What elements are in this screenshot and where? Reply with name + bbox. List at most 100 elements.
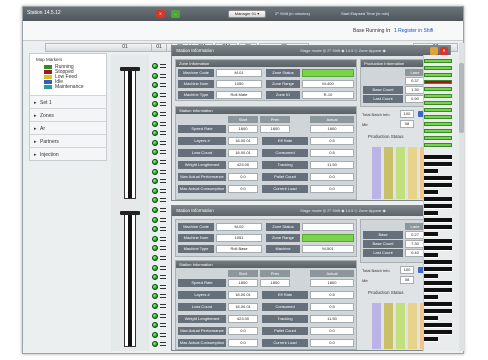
machine-type-field[interactable]: Roll Mate [216, 91, 262, 99]
status-lamp-icon[interactable] [152, 264, 158, 271]
minimize-button[interactable]: – [171, 10, 180, 18]
status-lamp-icon[interactable] [152, 91, 158, 98]
legend-section-zones[interactable]: ▸ Zones [30, 109, 106, 122]
machine-num-field[interactable]: 1051 [216, 234, 262, 242]
machine-type-field[interactable]: Roll Base [216, 245, 262, 253]
status-lamp-icon[interactable] [152, 120, 158, 127]
total-batch-field[interactable]: 100 [400, 266, 414, 274]
list-row[interactable] [424, 288, 452, 293]
status-lamp-icon[interactable] [152, 187, 158, 194]
machine-code-field[interactable]: M-01 [216, 69, 262, 77]
panel-1-close-button[interactable]: ✕ [440, 47, 448, 55]
list-row[interactable] [424, 316, 438, 321]
list-row[interactable] [424, 183, 452, 188]
status-lamp-icon[interactable] [152, 274, 158, 281]
status-lamp-icon[interactable] [152, 72, 158, 79]
zone-status-field[interactable] [302, 223, 354, 231]
list-row[interactable] [424, 169, 438, 174]
status-stripe[interactable] [424, 59, 452, 63]
column-header-2[interactable]: 01 [151, 43, 167, 52]
status-lamp-icon[interactable] [152, 130, 158, 137]
status-lamp-icon[interactable] [152, 341, 158, 348]
panel-1-title-right[interactable]: Stage mode ◎ 2⁰ Shift ◆ 14.5 ◇ Zone Appe… [300, 46, 386, 56]
list-row[interactable] [424, 155, 452, 160]
list-row[interactable] [424, 246, 452, 251]
status-lamp-icon[interactable] [152, 331, 158, 338]
slider-track-lower[interactable] [124, 213, 136, 347]
manager-dropdown[interactable]: Manager 01 ▾ [228, 10, 266, 18]
zone-range-field[interactable]: M-400 [302, 80, 354, 88]
status-lamp-icon[interactable] [152, 101, 158, 108]
list-row[interactable] [424, 204, 452, 209]
status-stripe[interactable] [424, 129, 452, 133]
list-row[interactable] [424, 337, 438, 342]
legend-section-partners[interactable]: ▸ Partners [30, 135, 106, 148]
status-lamp-icon[interactable] [152, 149, 158, 156]
status-lamp-icon[interactable] [152, 159, 158, 165]
status-stripe[interactable] [424, 122, 452, 126]
status-lamp-icon[interactable] [152, 322, 158, 329]
list-row[interactable] [424, 232, 438, 237]
status-lamp-icon[interactable] [152, 216, 158, 223]
status-stripe[interactable] [424, 101, 452, 105]
status-stripe[interactable] [424, 115, 452, 119]
status-lamp-icon[interactable] [152, 197, 158, 204]
zone-id-field[interactable]: R-10 [302, 91, 354, 99]
slider-handle-lower[interactable] [120, 211, 140, 215]
vertical-scrollbar[interactable] [459, 43, 464, 351]
list-row[interactable] [424, 176, 452, 181]
list-row[interactable] [424, 239, 452, 244]
legend-section-injection[interactable]: ▸ Injection [30, 148, 106, 161]
total-batch-field[interactable]: 100 [400, 110, 414, 118]
list-row[interactable] [424, 330, 452, 335]
status-stripe[interactable] [424, 66, 452, 70]
legend-section-set1[interactable]: ▸ Set 1 [30, 96, 106, 109]
machine-field[interactable]: M-501 [302, 245, 354, 253]
status-lamp-icon[interactable] [152, 226, 158, 233]
list-row[interactable] [424, 302, 452, 307]
status-stripe[interactable] [424, 80, 452, 84]
slider-handle-upper[interactable] [120, 67, 140, 71]
status-lamp-icon[interactable] [152, 111, 158, 117]
list-row[interactable] [424, 211, 438, 216]
status-stripe[interactable] [424, 94, 452, 98]
list-row[interactable] [424, 295, 438, 300]
total-min-field[interactable]: 08 [400, 120, 414, 128]
list-row[interactable] [424, 323, 452, 328]
slider-track-upper[interactable] [124, 69, 136, 199]
status-lamp-icon[interactable] [152, 63, 158, 69]
legend-section-ar[interactable]: ▸ Ar [30, 122, 106, 135]
status-lamp-icon[interactable] [152, 293, 158, 300]
panel-2-title-right[interactable]: Stage mode ◎ 2⁰ Shift ◆ 14.5 ◇ Zone Appe… [300, 206, 386, 216]
status-stripe[interactable] [424, 136, 452, 140]
status-lamp-icon[interactable] [152, 139, 158, 146]
status-value[interactable]: 1 Register in Shift [394, 28, 433, 34]
status-lamp-icon[interactable] [152, 235, 158, 242]
status-stripe[interactable] [424, 108, 452, 112]
list-row[interactable] [424, 197, 452, 202]
list-row[interactable] [424, 260, 452, 265]
status-lamp-icon[interactable] [152, 168, 158, 175]
machine-code-field[interactable]: M-02 [216, 223, 262, 231]
list-row[interactable] [424, 225, 452, 230]
panel-1-pin-button[interactable] [430, 47, 438, 55]
machine-num-field[interactable]: 1050 [216, 80, 262, 88]
scrollbar-thumb[interactable] [459, 63, 464, 133]
list-row[interactable] [424, 274, 438, 279]
list-row[interactable] [424, 253, 438, 258]
elapsed-link[interactable]: Start Elapsed Time (in min) [341, 11, 389, 16]
status-lamp-icon[interactable] [152, 312, 158, 319]
status-lamp-icon[interactable] [152, 178, 158, 185]
close-button[interactable]: X [156, 10, 165, 18]
status-lamp-icon[interactable] [152, 283, 158, 290]
list-row[interactable] [424, 309, 452, 314]
status-stripe[interactable] [424, 87, 452, 91]
list-row[interactable] [424, 190, 438, 195]
total-min-field[interactable]: 08 [400, 276, 414, 284]
list-row[interactable] [424, 162, 452, 167]
status-stripe[interactable] [424, 143, 452, 147]
status-lamp-icon[interactable] [152, 303, 158, 309]
status-lamp-icon[interactable] [152, 255, 158, 261]
shift-link[interactable]: 2⁰ Shift (in minutes) [275, 11, 310, 16]
list-row[interactable] [424, 218, 452, 223]
